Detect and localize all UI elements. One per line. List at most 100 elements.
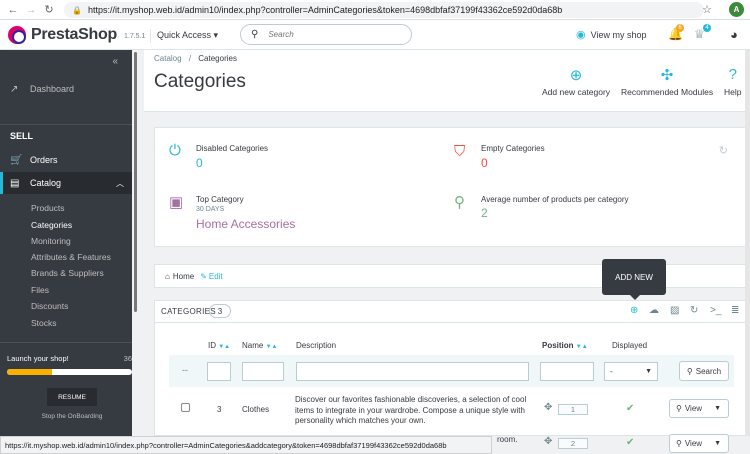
kpi-top-period: 30 DAYS: [196, 206, 225, 213]
search-box[interactable]: ⚲: [240, 24, 412, 45]
back-icon[interactable]: ←: [4, 4, 22, 16]
sidebar-subitem-categories[interactable]: Categories: [31, 220, 72, 230]
kpi-avg-label: Average number of products per category: [481, 195, 629, 204]
tree-home-label[interactable]: Home: [173, 272, 194, 281]
store-icon: ▤: [10, 177, 20, 189]
row-checkbox[interactable]: [181, 403, 190, 412]
refresh-list-icon[interactable]: ↻: [690, 305, 698, 316]
sidebar-subitem-attributes[interactable]: Attributes & Features: [31, 252, 111, 262]
table-panel-header: CATEGORIES 3 ⊕ ☁ ▨ ↻ >_ ≣: [155, 301, 748, 323]
filter-name-input[interactable]: [242, 362, 284, 381]
collapse-sidebar-icon[interactable]: «: [112, 56, 118, 67]
launch-percent: 36: [123, 354, 132, 363]
check-icon[interactable]: ✔: [626, 403, 634, 414]
bookmark-star-icon[interactable]: ☆: [702, 3, 712, 16]
col-header-position[interactable]: Position ▼▲: [542, 341, 588, 350]
drag-handle-icon[interactable]: ✥: [544, 436, 552, 447]
view-button[interactable]: ⚲ View ▼: [669, 434, 729, 453]
add-new-icon[interactable]: ⊕: [630, 305, 638, 316]
sidebar-subitem-products[interactable]: Products: [31, 203, 65, 213]
sidebar-subitem-monitoring[interactable]: Monitoring: [31, 236, 71, 246]
col-header-name[interactable]: Name ▼▲: [242, 341, 277, 350]
page-title: Categories: [154, 71, 246, 92]
prestashop-logo[interactable]: PrestaShop: [8, 26, 117, 44]
search-button[interactable]: ⚲ Search: [679, 361, 729, 381]
sql-query-icon[interactable]: >_: [710, 305, 721, 316]
breadcrumb-separator: /: [188, 54, 192, 63]
filter-displayed-select[interactable]: - ▼: [604, 362, 658, 381]
filter-row: -- - ▼: [169, 355, 734, 387]
breadcrumb-catalog[interactable]: Catalog: [154, 54, 182, 63]
view-button-label: View: [684, 439, 703, 448]
row-description: room.: [497, 435, 518, 444]
pencil-icon[interactable]: ✎: [200, 272, 207, 281]
divider: [0, 124, 132, 125]
browser-toolbar: ← → ↻ 🔒 https://it.myshop.web.id/admin10…: [0, 0, 750, 20]
recommended-modules-button[interactable]: ✣ Recommended Modules: [621, 66, 713, 97]
kpi-panel: ⏻ Disabled Categories 0 ⛉ Empty Categori…: [154, 127, 747, 247]
page-scrollbar[interactable]: [745, 50, 750, 436]
refresh-kpi-icon[interactable]: ↻: [719, 144, 728, 157]
filter-id-input[interactable]: [207, 362, 231, 381]
progress-fill: [7, 369, 52, 375]
sidebar-item-label: Catalog: [30, 178, 62, 188]
sidebar-item-orders[interactable]: 🛒 Orders: [0, 151, 132, 169]
filter-displayed-value: -: [610, 367, 613, 376]
sidebar-item-dashboard[interactable]: ↗ Dashboard: [0, 80, 132, 98]
filter-description-input[interactable]: [296, 362, 529, 381]
onboarding-progress-bar: [7, 369, 132, 375]
lock-icon: 🔒: [72, 5, 82, 15]
bookmark-icon: ⛉: [454, 143, 466, 160]
drag-handle-icon[interactable]: ✥: [544, 402, 552, 413]
sidebar-subitem-files[interactable]: Files: [31, 285, 49, 295]
forward-icon[interactable]: →: [22, 4, 40, 16]
help-button[interactable]: ? Help: [724, 66, 741, 97]
url-text: https://it.myshop.web.id/admin10/index.p…: [87, 5, 563, 15]
orders-badge: 6: [676, 24, 684, 32]
sidebar: « ↗ Dashboard SELL 🛒 Orders ▤ Catalog ︿ …: [0, 50, 132, 436]
export-icon[interactable]: ▨: [670, 305, 679, 316]
prestashop-logo-icon: [8, 26, 26, 44]
sidebar-subitem-brands[interactable]: Brands & Suppliers: [31, 268, 104, 278]
tree-edit-link[interactable]: Edit: [209, 272, 223, 281]
stop-onboarding-link[interactable]: Stop the OnBoarding: [0, 413, 144, 420]
col-header-id[interactable]: ID ▼▲: [208, 341, 230, 350]
row-name: Clothes: [242, 405, 270, 414]
chevron-down-icon: ▼: [645, 368, 652, 375]
table-count-badge: 3: [209, 304, 231, 318]
filter-bulk-cell: --: [182, 365, 188, 375]
chevron-down-icon[interactable]: ▼: [714, 405, 721, 412]
search-input[interactable]: [268, 30, 389, 39]
view-shop-label: View my shop: [590, 29, 647, 40]
sidebar-subitem-discounts[interactable]: Discounts: [31, 301, 68, 311]
resume-button[interactable]: RESUME: [47, 388, 97, 406]
profile-avatar[interactable]: A: [729, 2, 744, 17]
check-icon[interactable]: ✔: [626, 437, 634, 448]
zoom-icon: ⚲: [676, 404, 682, 413]
kpi-top-value[interactable]: Home Accessories: [196, 217, 295, 231]
address-bar[interactable]: 🔒 https://it.myshop.web.id/admin10/index…: [64, 2, 704, 18]
search-button-label: Search: [695, 366, 722, 376]
sidebar-item-catalog[interactable]: ▤ Catalog ︿: [0, 172, 132, 194]
table-row[interactable]: 3 Clothes Discover our favorites fashion…: [169, 395, 734, 431]
filter-position-input[interactable]: [540, 362, 594, 381]
chevron-up-icon: ︿: [116, 178, 124, 188]
reload-icon[interactable]: ↻: [40, 3, 58, 16]
kpi-disabled-label: Disabled Categories: [196, 144, 269, 153]
sidebar-scrollbar[interactable]: [134, 52, 137, 312]
database-icon[interactable]: ≣: [731, 305, 739, 316]
view-my-shop-link[interactable]: ◉ View my shop: [576, 28, 646, 41]
col-header-description: Description: [296, 341, 337, 350]
add-new-tooltip: ADD NEW: [602, 259, 666, 300]
view-button[interactable]: ⚲ View ▼: [669, 399, 729, 418]
power-icon: ⏻: [169, 142, 181, 159]
sidebar-subitem-stocks[interactable]: Stocks: [31, 318, 57, 328]
cloud-upload-icon[interactable]: ☁: [649, 305, 659, 316]
add-new-category-button[interactable]: ⊕ Add new category: [542, 66, 610, 97]
kpi-avg-value: 2: [481, 206, 488, 220]
quick-access-dropdown[interactable]: Quick Access ▾: [150, 29, 218, 43]
chevron-down-icon[interactable]: ▼: [714, 440, 721, 447]
kpi-disabled-value: 0: [196, 156, 203, 170]
kpi-empty-label: Empty Categories: [481, 144, 545, 153]
account-icon[interactable]: ◕: [730, 27, 738, 42]
